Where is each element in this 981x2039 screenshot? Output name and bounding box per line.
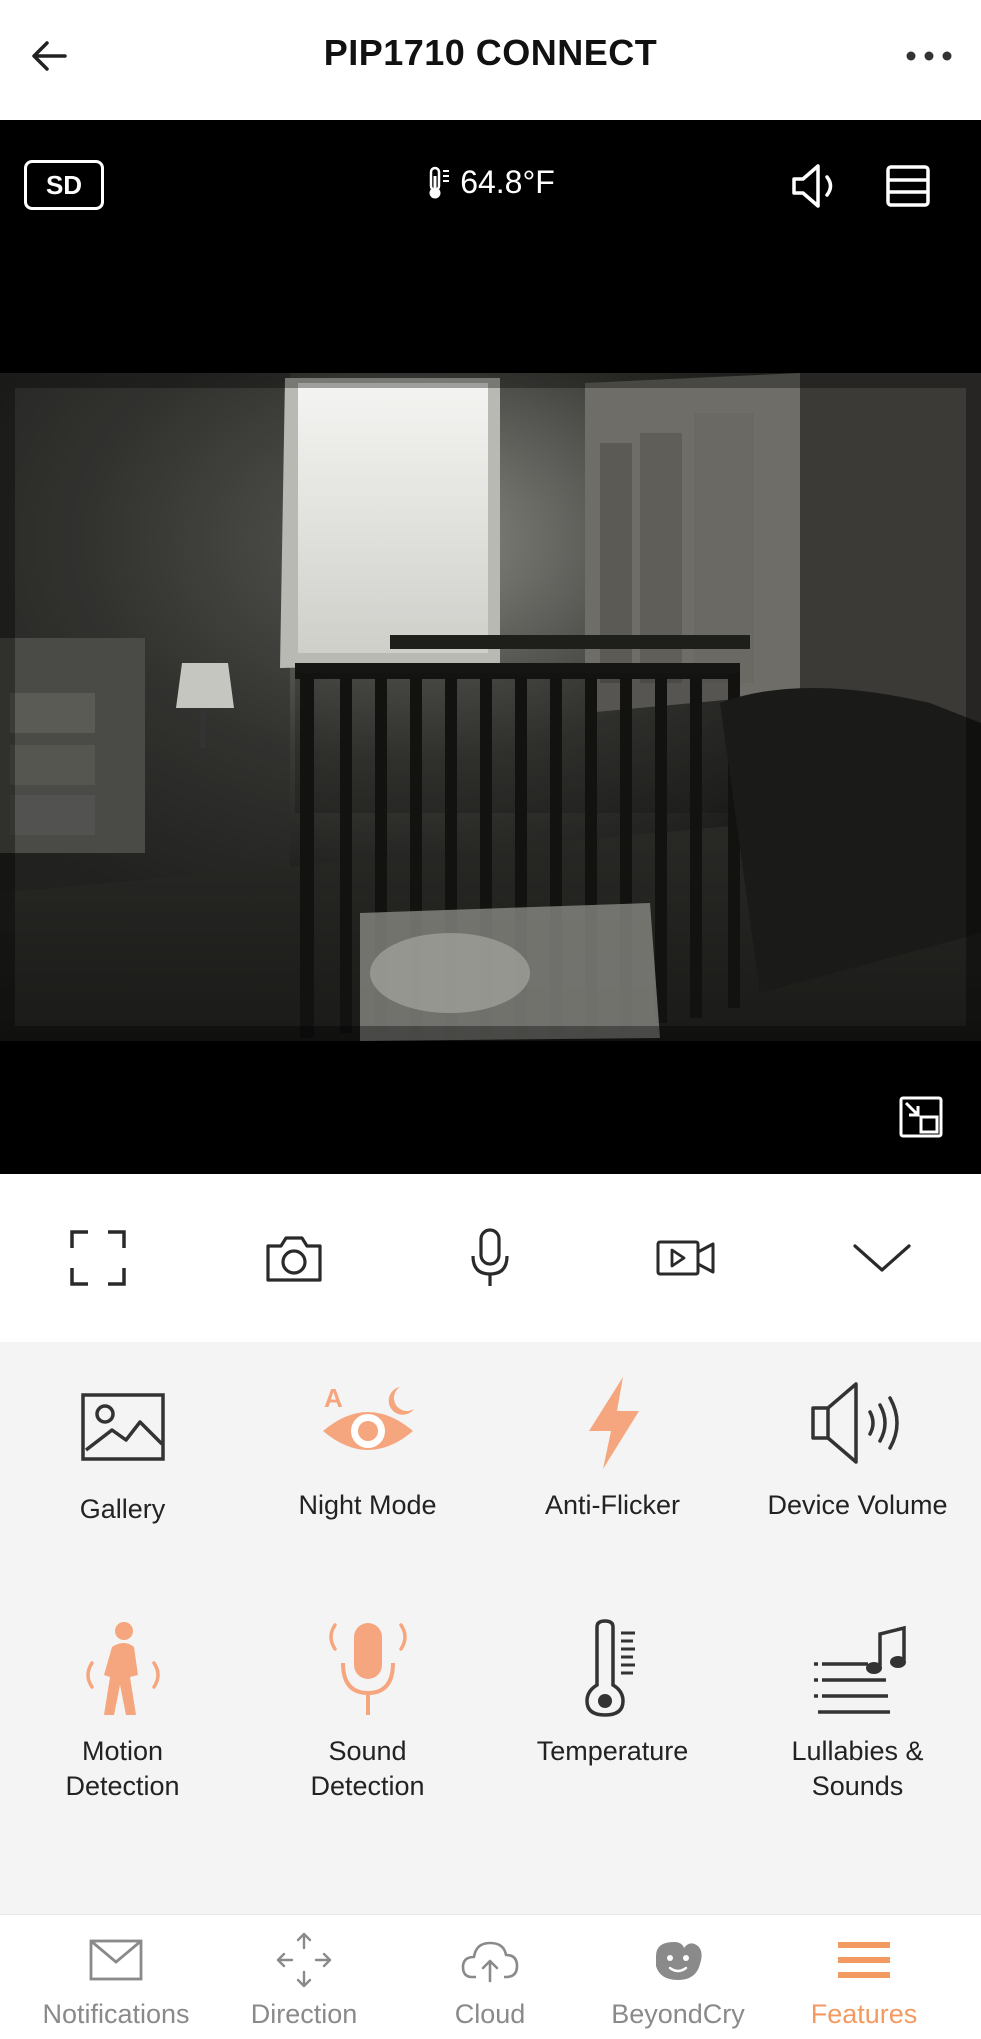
camera-icon [266,1236,322,1282]
nav-label: Notifications [42,1999,190,2029]
nav-cloud[interactable]: Cloud [396,1915,584,2039]
fullscreen-button[interactable] [60,1220,136,1296]
svg-text:A: A [324,1383,343,1413]
temperature-value: 64.8°F [460,164,555,200]
live-video-view[interactable]: SD 64.8°F [0,120,981,1174]
nav-features[interactable]: Features [770,1915,958,2039]
microphone-icon [471,1228,509,1286]
cloud-upload-icon [461,1941,519,1983]
night-mode-icon: A [322,1383,414,1450]
nav-notifications[interactable]: Notifications [22,1915,210,2039]
direction-arrows-icon [276,1932,332,1988]
playback-list-button[interactable] [880,158,936,214]
speaker-icon [792,164,833,208]
more-options-button[interactable] [899,28,959,84]
more-dots-icon [906,51,952,61]
nav-label: Cloud [454,1999,526,2029]
list-icon [886,165,930,207]
feature-label: Sound Detection [310,1736,425,1801]
feature-label: Night Mode [298,1490,437,1520]
microphone-button[interactable] [452,1220,528,1296]
feature-night-mode[interactable]: A Night Mode [245,1358,490,1523]
sound-detection-icon [328,1623,407,1715]
feature-sound-detection[interactable]: Sound Detection [245,1604,490,1804]
picture-in-picture-icon [899,1096,943,1138]
anti-flicker-icon [588,1377,639,1469]
feature-label: Motion Detection [65,1736,180,1801]
temperature-icon [584,1619,635,1717]
motion-detection-icon [85,1622,160,1715]
feature-label: Anti-Flicker [544,1490,680,1520]
feature-label: Gallery [79,1494,166,1524]
lullabies-icon [813,1625,906,1714]
feature-label: Temperature [536,1736,689,1766]
features-grid: Gallery A Night Mode Anti-Flicker Device… [0,1342,981,1914]
collapse-controls-button[interactable] [844,1220,920,1296]
gallery-icon [80,1393,165,1461]
feature-lullabies-sounds[interactable]: Lullabies & Sounds [735,1604,980,1804]
live-audio-button[interactable] [786,158,842,214]
envelope-icon [89,1939,143,1981]
fullscreen-icon [70,1230,126,1286]
top-app-bar: PIP1710 CONNECT [0,0,981,120]
feature-temperature[interactable]: Temperature [490,1604,735,1769]
thermometer-small-icon [429,166,450,198]
feature-label: Lullabies & Sounds [791,1736,924,1801]
nav-direction[interactable]: Direction [210,1915,398,2039]
video-record-icon [656,1240,715,1276]
feature-gallery[interactable]: Gallery [0,1362,245,1527]
feature-label: Device Volume [767,1490,948,1520]
feature-device-volume[interactable]: Device Volume [735,1358,980,1523]
baby-face-icon [656,1942,702,1980]
nav-label: Features [810,1999,918,2029]
features-menu-icon [838,1942,890,1978]
device-volume-icon [810,1382,899,1464]
chevron-down-icon [853,1244,911,1272]
record-video-button[interactable] [648,1220,724,1296]
snapshot-button[interactable] [256,1220,332,1296]
nav-beyondcry[interactable]: BeyondCry [584,1915,772,2039]
nav-label: Direction [250,1999,358,2029]
feature-anti-flicker[interactable]: Anti-Flicker [490,1358,735,1523]
feature-motion-detection[interactable]: Motion Detection [0,1604,245,1804]
video-controls-bar [0,1174,981,1342]
camera-feed-image [0,373,981,1041]
nav-label: BeyondCry [611,1999,745,2029]
picture-in-picture-button[interactable] [896,1092,946,1142]
bottom-navigation: Notifications Direction Cloud BeyondCry … [0,1914,981,2039]
page-title: PIP1710 CONNECT [323,32,658,73]
